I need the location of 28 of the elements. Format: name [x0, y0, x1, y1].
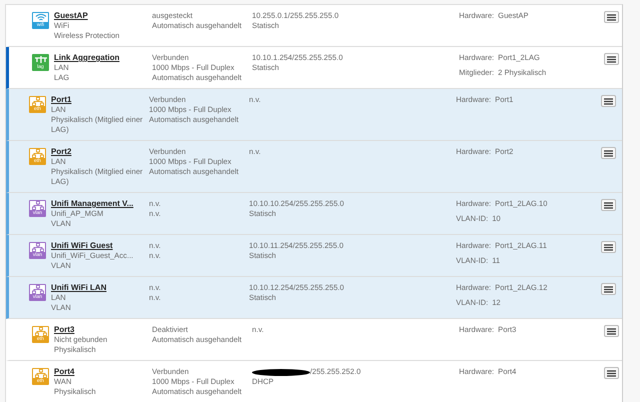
- menu-icon: [604, 98, 613, 104]
- interface-name-link[interactable]: Link Aggregation: [54, 53, 149, 63]
- menu-button[interactable]: [601, 95, 616, 107]
- menu-button[interactable]: [604, 367, 619, 379]
- menu-button[interactable]: [604, 11, 619, 23]
- menu-button[interactable]: [601, 283, 616, 295]
- interface-name-link[interactable]: Port2: [51, 147, 146, 157]
- menu-icon: [607, 328, 616, 334]
- menu-button[interactable]: [604, 325, 619, 337]
- interface-name-link[interactable]: Unifi WiFi Guest: [51, 241, 146, 251]
- menu-button[interactable]: [604, 53, 619, 65]
- menu-icon: [604, 286, 613, 292]
- interface-name-link[interactable]: Unifi WiFi LAN: [51, 283, 146, 293]
- menu-icon: [607, 14, 616, 20]
- menu-icon: [607, 370, 616, 376]
- interface-name-link[interactable]: GuestAP: [54, 11, 149, 21]
- interface-name-link[interactable]: Unifi Management V...: [51, 199, 146, 209]
- menu-icon: [604, 150, 613, 156]
- menu-button[interactable]: [601, 147, 616, 159]
- interface-name-link[interactable]: Port3: [54, 325, 149, 335]
- interface-name-link[interactable]: Port4: [54, 367, 149, 377]
- network-icon: [34, 55, 48, 64]
- menu-button[interactable]: [601, 241, 616, 253]
- menu-icon: [604, 244, 613, 250]
- menu-icon: [604, 202, 613, 208]
- menu-button[interactable]: [601, 199, 616, 211]
- menu-icon: [607, 56, 616, 62]
- interface-name-link[interactable]: Port1: [51, 95, 146, 105]
